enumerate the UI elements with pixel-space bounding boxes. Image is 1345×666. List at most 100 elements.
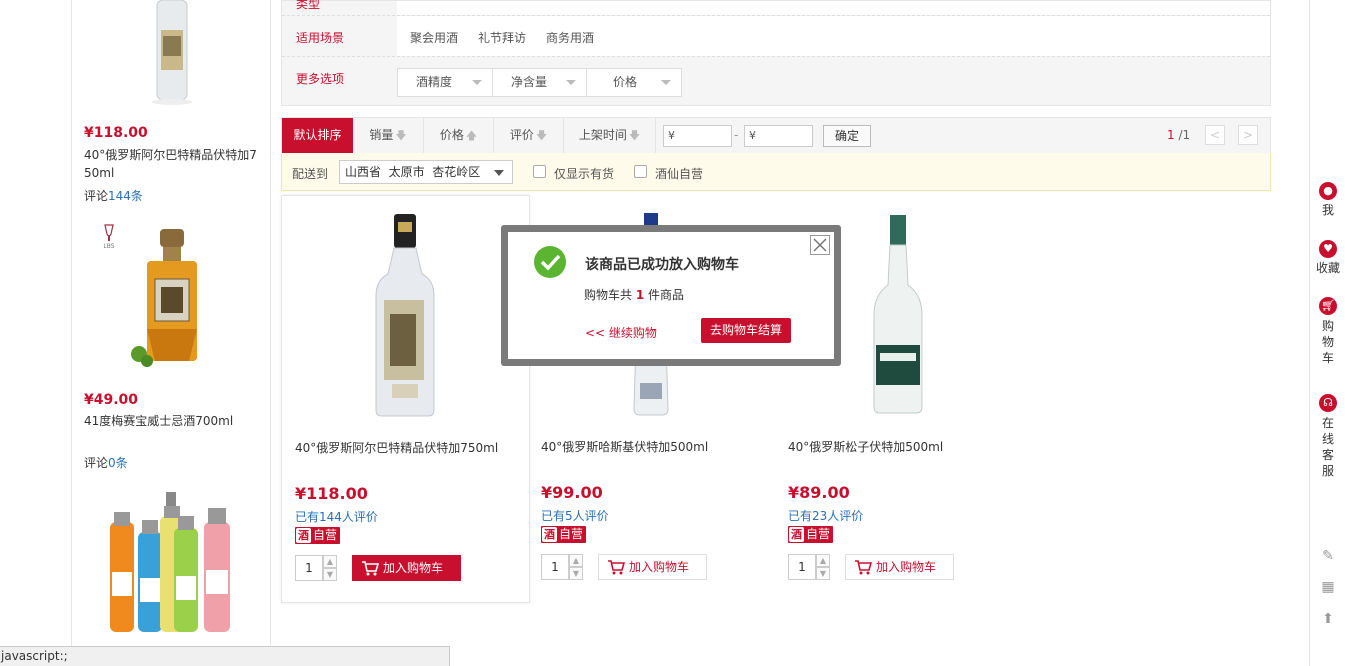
lbs-logo-text: LBS (103, 243, 115, 250)
filter-scene-gift[interactable]: 礼节拜访 (478, 29, 526, 46)
add-to-cart-button[interactable]: 加入购物车 (352, 555, 461, 581)
user-icon: ● (1319, 182, 1337, 200)
cart-icon (855, 560, 872, 575)
sort-review-button[interactable]: 评价 🡇 (494, 118, 564, 153)
filter-row-type: 类型 (282, 0, 1270, 16)
next-page-button[interactable]: > (1238, 125, 1258, 145)
cart-count: 1 (635, 288, 645, 302)
sort-default-button[interactable]: 默认排序 (282, 118, 353, 153)
sort-label: 评价 (509, 128, 534, 142)
arrow-down-icon: 🡇 (535, 129, 548, 142)
sidebar-review: 评论0条 (84, 454, 128, 471)
cart-icon (608, 560, 625, 575)
chevron-down-icon (472, 80, 482, 85)
quantity-decrease-button[interactable]: ▼ (323, 568, 337, 581)
filter-key-type: 类型 (296, 0, 321, 11)
quantity-increase-button[interactable]: ▲ (569, 554, 583, 567)
quantity-input[interactable]: 1 (541, 554, 569, 580)
sidebar-product-name[interactable]: 40°俄罗斯阿尔巴特精品伏特加750ml (84, 146, 262, 182)
heart-icon: ♥ (1319, 240, 1337, 258)
self-run-checkbox[interactable] (634, 165, 647, 178)
chevron-down-icon (494, 170, 504, 176)
price-min-input[interactable]: ¥ (663, 125, 732, 147)
product-reviews-link[interactable]: 已有5人评价 (541, 507, 609, 524)
self-run-badge: 酒自营 (788, 526, 834, 543)
self-run-badge: 酒自营 (541, 526, 587, 543)
quantity-decrease-button[interactable]: ▼ (569, 567, 583, 580)
in-stock-label[interactable]: 仅显示有货 (554, 165, 614, 182)
dropdown-price[interactable]: 价格 (586, 68, 682, 97)
dropdown-alcohol[interactable]: 酒精度 (397, 68, 493, 97)
product-image-kedrovica[interactable] (870, 215, 926, 415)
quantity-input[interactable]: 1 (788, 554, 816, 580)
success-check-icon (534, 246, 566, 278)
quantity-increase-button[interactable]: ▲ (323, 555, 337, 568)
quantity-input[interactable]: 1 (295, 555, 323, 581)
product-image-breezer-sidebar[interactable] (104, 492, 239, 634)
filter-key-scene: 适用场景 (296, 31, 345, 45)
product-reviews-link[interactable]: 已有144人评价 (295, 508, 378, 525)
continue-shopping-link[interactable]: << 继续购物 (585, 324, 657, 341)
quantity-decrease-button[interactable]: ▼ (816, 567, 830, 580)
filter-values (397, 1, 1270, 15)
chevron-down-icon (661, 80, 671, 85)
delivery-location-select[interactable]: 山西省 太原市 杏花岭区 (339, 160, 513, 184)
arrow-down-icon: 🡇 (628, 129, 641, 142)
self-run-badge: 酒自营 (295, 527, 341, 544)
sidebar-price: ¥49.00 (84, 392, 139, 408)
price-confirm-button[interactable]: 确定 (823, 125, 871, 147)
filter-row-scene: 适用场景 聚会用酒 礼节拜访 商务用酒 (282, 16, 1270, 57)
product-name[interactable]: 40°俄罗斯阿尔巴特精品伏特加750ml (295, 439, 498, 456)
product-image-arbat[interactable] (372, 214, 438, 419)
dropdown-volume[interactable]: 净含量 (492, 68, 587, 97)
close-icon[interactable] (810, 235, 830, 255)
sort-sales-button[interactable]: 销量 🡇 (353, 118, 424, 153)
self-run-label[interactable]: 酒仙自营 (655, 165, 703, 182)
summary-prefix: 购物车共 (584, 288, 633, 302)
toolbar-favorites[interactable]: ♥ 收藏 (1310, 240, 1345, 276)
toolbar-cart[interactable]: 🛒︎ 购物车 (1310, 297, 1345, 366)
product-reviews-link[interactable]: 已有23人评价 (788, 507, 863, 524)
quantity-increase-button[interactable]: ▲ (816, 554, 830, 567)
price-max-input[interactable]: ¥ (744, 125, 813, 147)
add-to-cart-button[interactable]: 加入购物车 (598, 554, 707, 580)
toolbar-customer-service[interactable]: ☊ 在线客服 (1310, 394, 1345, 479)
go-to-checkout-button[interactable]: 去购物车结算 (701, 318, 791, 343)
toolbar-label: 收藏 (1315, 261, 1340, 275)
filter-scene-business[interactable]: 商务用酒 (546, 29, 594, 46)
add-to-cart-label: 加入购物车 (629, 560, 690, 574)
chevron-down-icon (566, 80, 576, 85)
in-stock-checkbox[interactable] (533, 165, 546, 178)
toolbar-me[interactable]: ● 我 (1310, 182, 1345, 218)
sort-time-button[interactable]: 上架时间 🡇 (564, 118, 656, 153)
edit-feedback-icon[interactable]: ✎ (1320, 548, 1336, 564)
filter-values: 聚会用酒 礼节拜访 商务用酒 (397, 16, 1270, 56)
sort-price-button[interactable]: 价格 🡅 (424, 118, 494, 153)
back-to-top-icon[interactable]: ⬆ (1320, 611, 1336, 627)
review-count-link[interactable]: 144条 (108, 189, 143, 203)
page-current: 1 (1167, 128, 1175, 142)
toolbar-label: 购物车 (1321, 319, 1334, 365)
product-image-whisky-sidebar[interactable] (127, 229, 217, 374)
product-image-arbat-sidebar[interactable] (147, 0, 197, 108)
page-total: /1 (1178, 128, 1191, 142)
cart-icon (362, 561, 379, 576)
qr-code-icon[interactable]: ▦ (1320, 579, 1336, 595)
delivery-location-value: 山西省 太原市 杏花岭区 (345, 165, 481, 179)
review-prefix: 评论 (84, 189, 109, 203)
sidebar-review: 评论144条 (84, 187, 143, 204)
product-name[interactable]: 40°俄罗斯哈斯基伏特加500ml (541, 438, 708, 455)
prev-page-button[interactable]: < (1205, 125, 1225, 145)
delivery-bar: 配送到 山西省 太原市 杏花岭区 仅显示有货 酒仙自营 (281, 153, 1271, 191)
filter-scene-party[interactable]: 聚会用酒 (410, 29, 458, 46)
add-to-cart-button[interactable]: 加入购物车 (845, 554, 954, 580)
review-count-link[interactable]: 0条 (108, 456, 128, 470)
arrow-down-icon: 🡇 (395, 129, 407, 142)
product-card[interactable]: 40°俄罗斯阿尔巴特精品伏特加750ml ¥118.00 已有144人评价 酒自… (281, 195, 530, 603)
dialog-body: 该商品已成功放入购物车 购物车共 1 件商品 << 继续购物 去购物车结算 (508, 232, 834, 359)
product-name[interactable]: 40°俄罗斯松子伏特加500ml (788, 438, 943, 455)
right-toolbar: ● 我 ♥ 收藏 🛒︎ 购物车 ☊ 在线客服 ✎ ▦ ⬆ (1309, 0, 1345, 666)
toolbar-label: 在线客服 (1321, 416, 1334, 478)
sidebar-product-name[interactable]: 41度梅赛宝威士忌酒700ml (84, 412, 262, 430)
headset-icon: ☊ (1319, 394, 1337, 412)
